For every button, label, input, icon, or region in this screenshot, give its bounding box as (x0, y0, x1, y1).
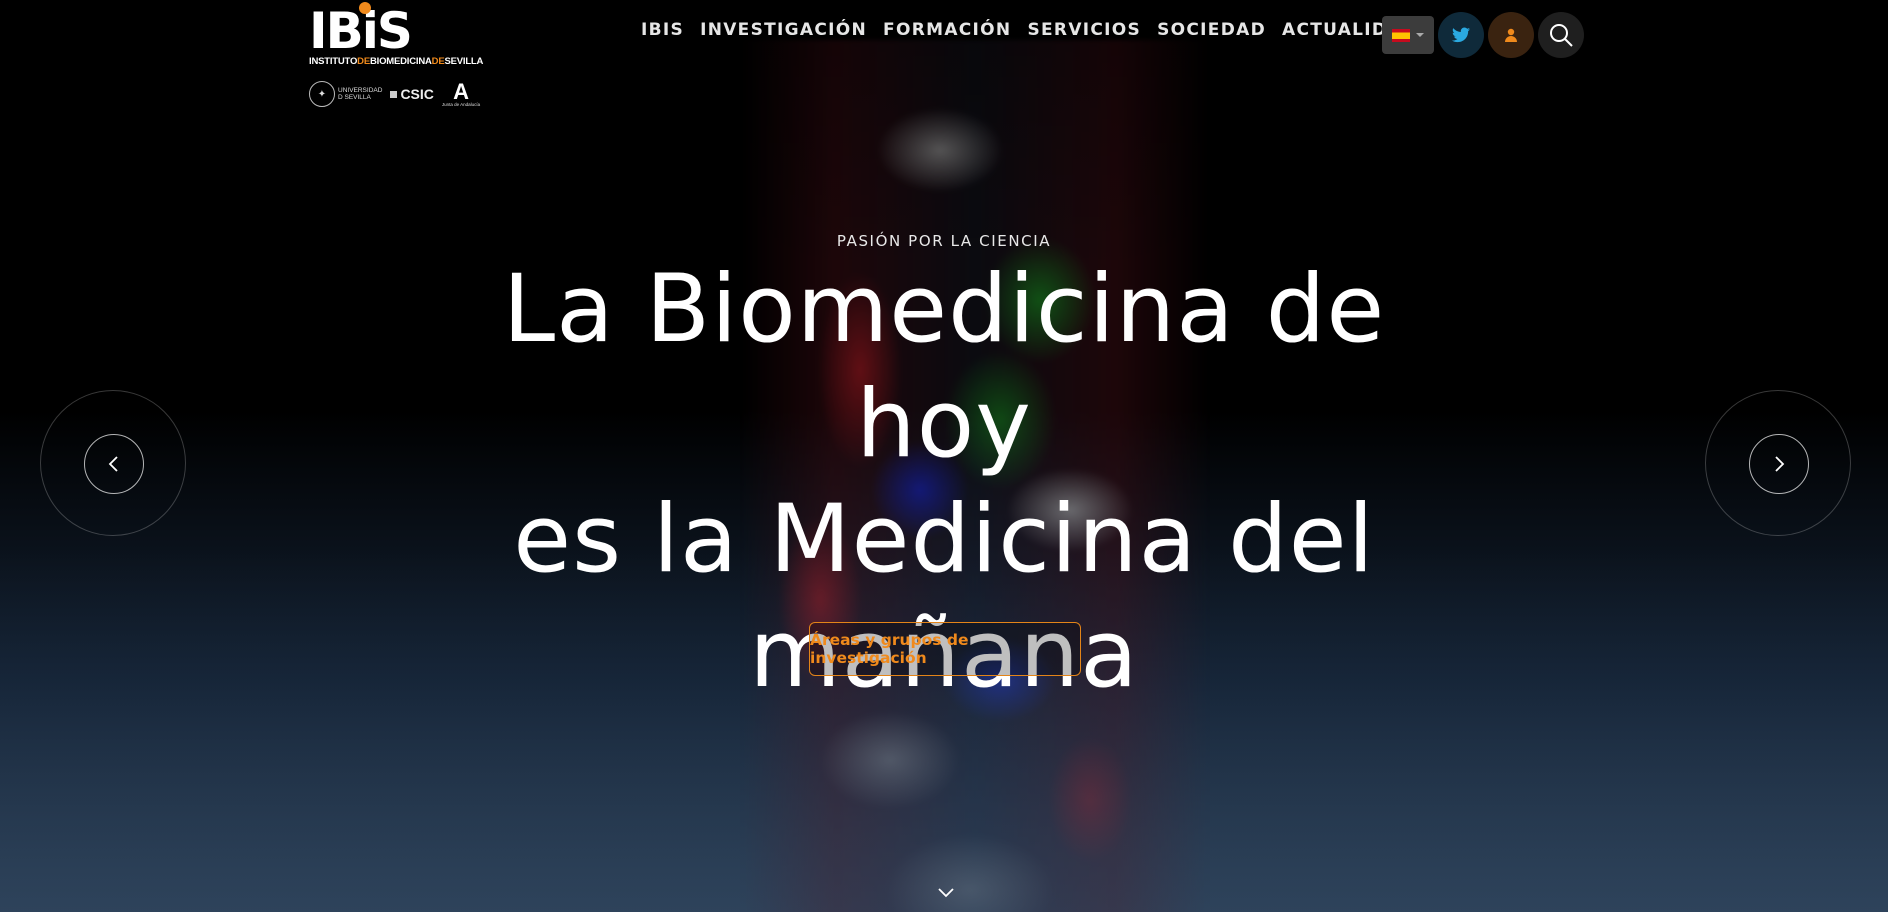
chevron-down-icon (938, 888, 954, 898)
nav-item-formacion[interactable]: FORMACIÓN (883, 20, 1011, 40)
logo-dot (359, 2, 371, 14)
spain-flag-icon (1392, 28, 1410, 42)
slider-next-ring (1705, 390, 1851, 536)
language-selector[interactable] (1382, 16, 1434, 54)
user-button[interactable] (1488, 12, 1534, 58)
chevron-right-icon (1775, 456, 1785, 472)
nav-item-servicios[interactable]: SERVICIOS (1027, 20, 1141, 40)
junta-andalucia-logo[interactable]: A Junta de Andalucía (441, 78, 481, 107)
junta-letter: A (453, 78, 469, 104)
headline-line: es la Medicina del (513, 485, 1375, 594)
slider-prev-ring (40, 390, 186, 536)
twitter-button[interactable] (1438, 12, 1484, 58)
site-header: IBiS INSTITUTODEBIOMEDICINADESEVILLA ✦ U… (0, 0, 1888, 120)
csic-text: CSIC (400, 86, 434, 102)
search-button[interactable] (1538, 12, 1584, 58)
junta-text: Junta de Andalucía (441, 101, 481, 107)
research-areas-button[interactable]: Áreas y grupos de investigación (809, 622, 1081, 676)
hero-eyebrow: PASIÓN POR LA CIENCIA (836, 232, 1052, 250)
search-icon (1550, 24, 1573, 47)
logo-sub-part: SEVILLA (444, 56, 484, 67)
scroll-down-button[interactable] (936, 882, 956, 902)
nav-item-sociedad[interactable]: SOCIEDAD (1157, 20, 1266, 40)
nav-item-investigacion[interactable]: INVESTIGACIÓN (700, 20, 867, 40)
universidad-sevilla-logo[interactable]: ✦ UNIVERSIDAD D SEVILLA (309, 81, 382, 107)
us-text: UNIVERSIDAD D SEVILLA (338, 87, 382, 101)
header-tools (1382, 12, 1584, 58)
partner-logos: ✦ UNIVERSIDAD D SEVILLA CSIC A Junta de … (309, 78, 484, 107)
ibis-logo[interactable]: IBiS INSTITUTODEBIOMEDICINADESEVILLA ✦ U… (309, 2, 484, 107)
user-icon (1505, 28, 1517, 42)
logo-wordmark: IBiS (309, 2, 484, 56)
headline-line: La Biomedicina de hoy (502, 255, 1386, 479)
us-line2: D SEVILLA (338, 94, 371, 101)
university-seal-icon: ✦ (309, 81, 335, 107)
slider-next-button[interactable] (1749, 434, 1809, 494)
slider-prev-button[interactable] (84, 434, 144, 494)
csic-logo[interactable]: CSIC (390, 86, 434, 102)
caret-down-icon (1416, 33, 1424, 37)
twitter-icon (1452, 27, 1470, 43)
csic-mark-icon (390, 90, 398, 98)
nav-item-ibis[interactable]: IBIS (641, 20, 684, 40)
main-nav: IBIS INVESTIGACIÓN FORMACIÓN SERVICIOS S… (641, 20, 1417, 40)
us-line1: UNIVERSIDAD (338, 87, 383, 94)
chevron-left-icon (108, 456, 118, 472)
logo-sub-part: DE (431, 56, 445, 67)
hero-stage: IBiS INSTITUTODEBIOMEDICINADESEVILLA ✦ U… (0, 0, 1888, 912)
